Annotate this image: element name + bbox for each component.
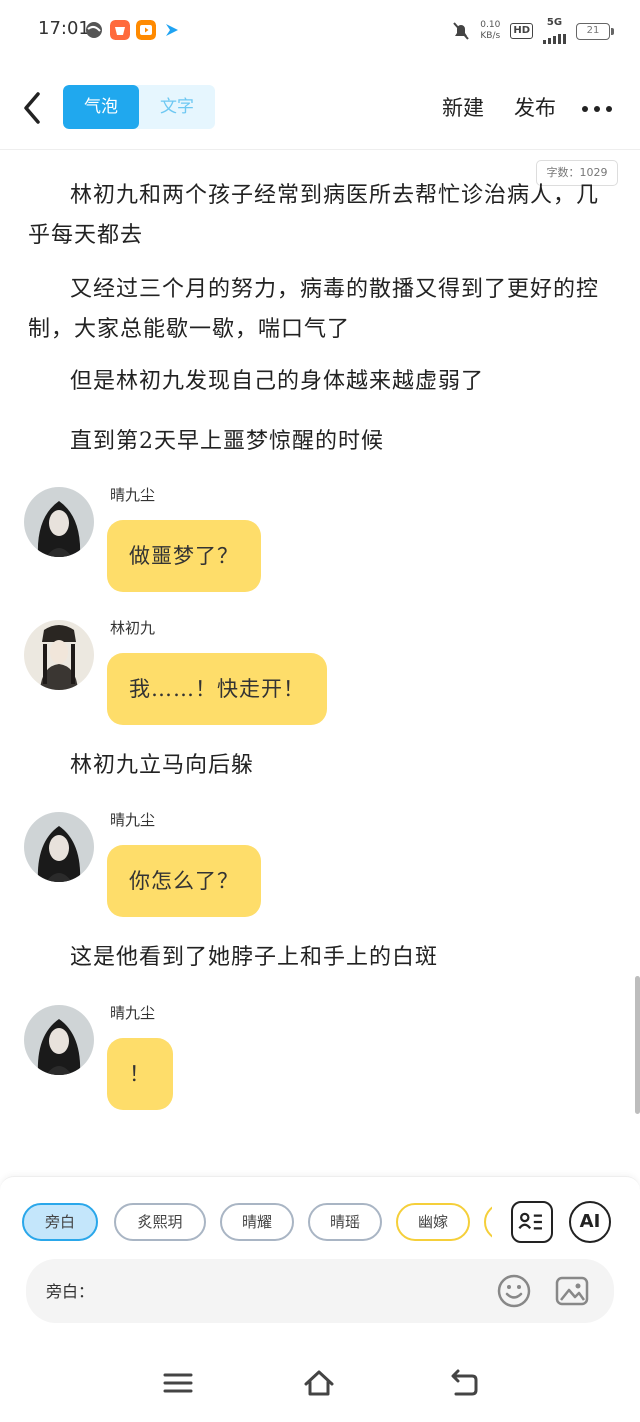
paragraph: 直到第2天早上噩梦惊醒的时候	[70, 429, 384, 454]
message-bubble[interactable]: 我……！快走开！	[107, 653, 327, 725]
network-type: 5G	[546, 17, 563, 28]
role-chip-partial[interactable]	[484, 1203, 492, 1241]
speaker-name: 晴九尘	[110, 486, 156, 504]
speaker-name: 晴九尘	[110, 811, 156, 829]
role-chip[interactable]: 炙熙玥	[114, 1203, 206, 1241]
narration: 林初九立马向后躲	[70, 753, 255, 778]
paragraph: 林初九和两个孩子经常到病医所去帮忙诊治病人，几乎每天都去	[28, 183, 600, 248]
ai-button[interactable]: AI	[569, 1201, 611, 1243]
image-icon[interactable]	[554, 1273, 590, 1309]
publish-button[interactable]: 发布	[514, 92, 556, 122]
paragraph: 但是林初九发现自己的身体越来越虚弱了	[70, 369, 485, 394]
message-bubble[interactable]: 你怎么了？	[107, 845, 261, 917]
narration: 这是他看到了她脖子上和手上的白斑	[70, 945, 439, 970]
signal-bars-icon	[543, 28, 566, 44]
role-chip[interactable]: 幽嫁	[396, 1203, 470, 1241]
battery-icon: 21	[576, 22, 614, 40]
status-time: 17:01	[38, 18, 90, 39]
paragraph: 又经过三个月的努力，病毒的散播又得到了更好的控制，大家总能歇一歇，喘口气了	[28, 277, 600, 342]
mode-toggle: 气泡 文字	[63, 85, 215, 129]
scrollbar[interactable]	[635, 976, 640, 1114]
arrow-app-icon	[166, 24, 178, 36]
speaker-name: 林初九	[110, 619, 156, 637]
message-bubble[interactable]: 做噩梦了？	[107, 520, 261, 592]
back-arrow-icon[interactable]	[18, 88, 48, 128]
message-input-box	[26, 1259, 614, 1323]
hd-badge: HD	[510, 23, 533, 39]
net-speed-unit: KB/s	[480, 31, 501, 41]
video-app-icon	[136, 20, 156, 40]
globe-app-icon	[86, 22, 102, 38]
new-button[interactable]: 新建	[442, 92, 484, 122]
status-indicators: 0.10 KB/s HD 5G 21	[452, 18, 614, 44]
net-speed: 0.10 KB/s	[480, 20, 500, 42]
role-chip-row: 旁白 炙熙玥 晴耀 晴瑶 幽嫁	[22, 1203, 492, 1241]
status-bar: 17:01 0.10 KB/s HD 5G 21	[0, 0, 640, 62]
message-input[interactable]	[46, 1259, 486, 1323]
role-chip-narrator[interactable]: 旁白	[22, 1203, 98, 1241]
message-bubble[interactable]: ！	[107, 1038, 173, 1110]
tab-bubble[interactable]: 气泡	[63, 85, 139, 129]
role-chip[interactable]: 晴瑶	[308, 1203, 382, 1241]
avatar[interactable]	[24, 487, 94, 557]
role-chip[interactable]: 晴耀	[220, 1203, 294, 1241]
composer-panel: 旁白 炙熙玥 晴耀 晴瑶 幽嫁 AI	[0, 1176, 640, 1346]
avatar[interactable]	[24, 1005, 94, 1075]
avatar[interactable]	[24, 812, 94, 882]
role-card-icon[interactable]	[511, 1201, 553, 1243]
more-options-icon[interactable]	[582, 106, 612, 112]
net-speed-value: 0.10	[480, 20, 501, 30]
menu-icon[interactable]	[161, 1366, 195, 1400]
battery-level: 21	[586, 24, 600, 36]
back-nav-icon[interactable]	[446, 1366, 480, 1400]
signal-strength: 5G	[543, 18, 566, 44]
bell-muted-icon	[453, 22, 470, 40]
avatar[interactable]	[24, 620, 94, 690]
editor-header: 气泡 文字 新建 发布	[0, 70, 640, 150]
system-nav-bar	[0, 1346, 640, 1422]
tab-text[interactable]: 文字	[139, 85, 215, 129]
home-icon[interactable]	[302, 1366, 336, 1400]
speaker-name: 晴九尘	[110, 1004, 156, 1022]
shopping-app-icon	[110, 20, 130, 40]
emoji-icon[interactable]	[496, 1273, 532, 1309]
